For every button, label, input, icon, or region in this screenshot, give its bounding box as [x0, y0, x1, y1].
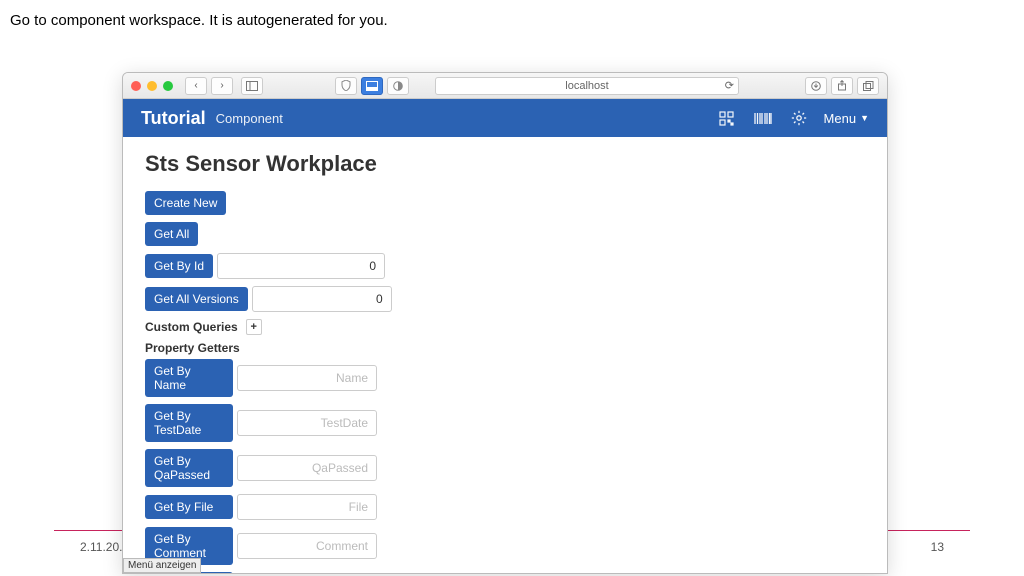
create-new-button[interactable]: Create New [145, 191, 226, 215]
qapassed-input[interactable] [237, 455, 377, 481]
slide-caption: Go to component workspace. It is autogen… [10, 12, 388, 29]
app-title: Tutorial [141, 108, 206, 129]
qr-icon[interactable] [716, 107, 738, 129]
reader-icon[interactable] [387, 77, 409, 95]
custom-queries-label: Custom Queries + [145, 319, 865, 335]
app-header: Tutorial Component Menu ▼ [123, 99, 887, 137]
page-content: Sts Sensor Workplace Create New Get All … [123, 137, 887, 574]
comment-input[interactable] [237, 533, 377, 559]
toolbar-center-group [335, 77, 409, 95]
property-getters-label: Property Getters [145, 341, 865, 355]
get-by-testdate-button[interactable]: Get By TestDate [145, 404, 233, 442]
tabs-icon[interactable] [857, 77, 879, 95]
get-all-versions-input[interactable] [252, 286, 392, 312]
reload-icon[interactable]: ⟳ [725, 79, 734, 92]
menu-label: Menu [824, 111, 857, 126]
download-icon[interactable] [805, 77, 827, 95]
window-controls [131, 81, 173, 91]
testdate-input[interactable] [237, 410, 377, 436]
file-input[interactable] [237, 494, 377, 520]
add-query-button[interactable]: + [246, 319, 262, 335]
get-by-id-button[interactable]: Get By Id [145, 254, 213, 278]
nav-button-group: ‹ › [185, 77, 233, 95]
forward-button[interactable]: › [211, 77, 233, 95]
close-window-icon[interactable] [131, 81, 141, 91]
page-title: Sts Sensor Workplace [145, 151, 865, 177]
app-subtitle: Component [216, 111, 283, 126]
barcode-icon[interactable] [752, 107, 774, 129]
get-all-versions-button[interactable]: Get All Versions [145, 287, 248, 311]
shield-icon[interactable] [335, 77, 357, 95]
maximize-window-icon[interactable] [163, 81, 173, 91]
browser-titlebar: ‹ › localhost ⟳ [123, 73, 887, 99]
sidebar-toggle-icon[interactable] [241, 77, 263, 95]
footer-date: 2.11.20. [80, 540, 122, 554]
custom-queries-text: Custom Queries [145, 320, 238, 334]
back-button[interactable]: ‹ [185, 77, 207, 95]
browser-window: ‹ › localhost ⟳ [122, 72, 888, 574]
get-by-qapassed-button[interactable]: Get By QaPassed [145, 449, 233, 487]
menu-dropdown[interactable]: Menu ▼ [824, 111, 869, 126]
get-by-name-button[interactable]: Get By Name [145, 359, 233, 397]
address-bar[interactable]: localhost ⟳ [435, 77, 739, 95]
share-icon[interactable] [831, 77, 853, 95]
toolbar-right-group [805, 77, 879, 95]
minimize-window-icon[interactable] [147, 81, 157, 91]
menu-anzeigen-tooltip: Menü anzeigen [123, 558, 201, 573]
dev-panel-icon[interactable] [361, 77, 383, 95]
gear-icon[interactable] [788, 107, 810, 129]
chevron-down-icon: ▼ [860, 113, 869, 123]
address-text: localhost [565, 80, 608, 92]
get-all-button[interactable]: Get All [145, 222, 198, 246]
get-by-file-button[interactable]: Get By File [145, 495, 233, 519]
get-by-id-input[interactable] [217, 253, 385, 279]
footer-page-number: 13 [931, 540, 944, 554]
name-input[interactable] [237, 365, 377, 391]
